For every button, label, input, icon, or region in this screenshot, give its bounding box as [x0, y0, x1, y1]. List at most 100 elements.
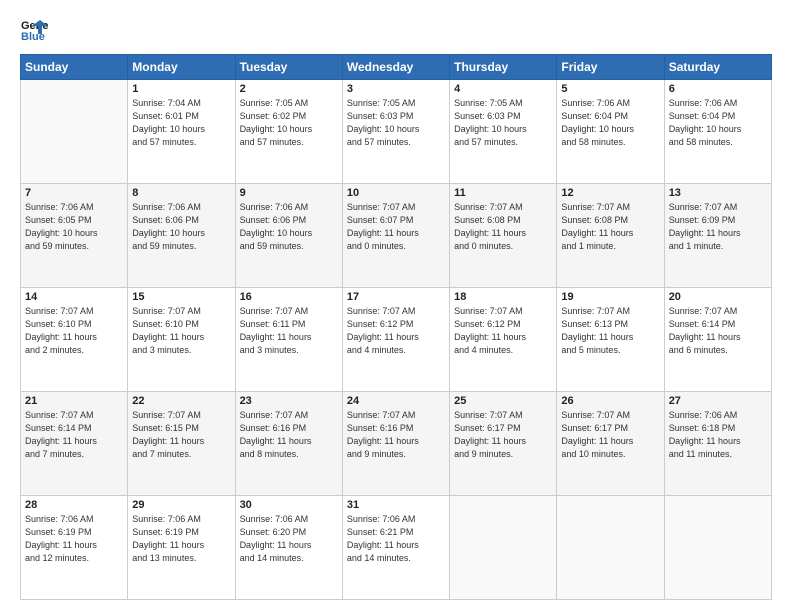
day-number: 26	[561, 395, 659, 407]
weekday-header-tuesday: Tuesday	[235, 55, 342, 80]
day-info: Sunrise: 7:06 AM Sunset: 6:18 PM Dayligh…	[669, 409, 767, 461]
day-info: Sunrise: 7:06 AM Sunset: 6:06 PM Dayligh…	[132, 201, 230, 253]
calendar-cell: 28 Sunrise: 7:06 AM Sunset: 6:19 PM Dayli…	[21, 496, 128, 600]
day-number: 20	[669, 291, 767, 303]
day-info: Sunrise: 7:06 AM Sunset: 6:19 PM Dayligh…	[132, 513, 230, 565]
weekday-header-sunday: Sunday	[21, 55, 128, 80]
calendar-cell: 5Sunrise: 7:06 AM Sunset: 6:04 PM Daylig…	[557, 80, 664, 184]
page: General Blue SundayMondayTuesdayWednesda…	[0, 0, 792, 612]
day-number: 24	[347, 395, 445, 407]
day-info: Sunrise: 7:05 AM Sunset: 6:02 PM Dayligh…	[240, 97, 338, 149]
day-info: Sunrise: 7:07 AM Sunset: 6:07 PM Dayligh…	[347, 201, 445, 253]
calendar-cell: 23 Sunrise: 7:07 AM Sunset: 6:16 PM Dayli…	[235, 392, 342, 496]
day-info: Sunrise: 7:06 AM Sunset: 6:04 PM Dayligh…	[669, 97, 767, 149]
day-info: Sunrise: 7:07 AM Sunset: 6:17 PM Dayligh…	[561, 409, 659, 461]
calendar-week-3: 14 Sunrise: 7:07 AM Sunset: 6:10 PM Dayli…	[21, 288, 772, 392]
header: General Blue	[20, 16, 772, 44]
day-info: Sunrise: 7:07 AM Sunset: 6:14 PM Dayligh…	[25, 409, 123, 461]
day-info: Sunrise: 7:07 AM Sunset: 6:14 PM Dayligh…	[669, 305, 767, 357]
day-info: Sunrise: 7:07 AM Sunset: 6:13 PM Dayligh…	[561, 305, 659, 357]
calendar-cell: 15 Sunrise: 7:07 AM Sunset: 6:10 PM Dayli…	[128, 288, 235, 392]
day-info: Sunrise: 7:07 AM Sunset: 6:17 PM Dayligh…	[454, 409, 552, 461]
calendar-cell: 26 Sunrise: 7:07 AM Sunset: 6:17 PM Dayli…	[557, 392, 664, 496]
calendar-table: SundayMondayTuesdayWednesdayThursdayFrid…	[20, 54, 772, 600]
day-number: 2	[240, 83, 338, 95]
calendar-cell: 10 Sunrise: 7:07 AM Sunset: 6:07 PM Dayli…	[342, 184, 449, 288]
day-number: 31	[347, 499, 445, 511]
day-info: Sunrise: 7:05 AM Sunset: 6:03 PM Dayligh…	[454, 97, 552, 149]
day-number: 4	[454, 83, 552, 95]
day-info: Sunrise: 7:07 AM Sunset: 6:08 PM Dayligh…	[454, 201, 552, 253]
day-number: 19	[561, 291, 659, 303]
calendar-cell: 8 Sunrise: 7:06 AM Sunset: 6:06 PM Daylig…	[128, 184, 235, 288]
weekday-header-saturday: Saturday	[664, 55, 771, 80]
calendar-cell: 16 Sunrise: 7:07 AM Sunset: 6:11 PM Dayli…	[235, 288, 342, 392]
calendar-cell: 25 Sunrise: 7:07 AM Sunset: 6:17 PM Dayli…	[450, 392, 557, 496]
day-info: Sunrise: 7:07 AM Sunset: 6:16 PM Dayligh…	[240, 409, 338, 461]
calendar-cell: 9 Sunrise: 7:06 AM Sunset: 6:06 PM Daylig…	[235, 184, 342, 288]
day-number: 16	[240, 291, 338, 303]
day-number: 9	[240, 187, 338, 199]
calendar-week-5: 28 Sunrise: 7:06 AM Sunset: 6:19 PM Dayli…	[21, 496, 772, 600]
day-info: Sunrise: 7:07 AM Sunset: 6:08 PM Dayligh…	[561, 201, 659, 253]
weekday-header-thursday: Thursday	[450, 55, 557, 80]
calendar-week-1: 1 Sunrise: 7:04 AM Sunset: 6:01 PM Daylig…	[21, 80, 772, 184]
day-info: Sunrise: 7:06 AM Sunset: 6:19 PM Dayligh…	[25, 513, 123, 565]
weekday-header-monday: Monday	[128, 55, 235, 80]
calendar-cell: 30 Sunrise: 7:06 AM Sunset: 6:20 PM Dayli…	[235, 496, 342, 600]
day-info: Sunrise: 7:07 AM Sunset: 6:09 PM Dayligh…	[669, 201, 767, 253]
calendar-cell: 4 Sunrise: 7:05 AM Sunset: 6:03 PM Daylig…	[450, 80, 557, 184]
day-info: Sunrise: 7:06 AM Sunset: 6:04 PM Dayligh…	[561, 97, 659, 149]
day-number: 13	[669, 187, 767, 199]
day-number: 27	[669, 395, 767, 407]
calendar-cell: 6 Sunrise: 7:06 AM Sunset: 6:04 PM Daylig…	[664, 80, 771, 184]
day-number: 7	[25, 187, 123, 199]
day-info: Sunrise: 7:04 AM Sunset: 6:01 PM Dayligh…	[132, 97, 230, 149]
day-info: Sunrise: 7:06 AM Sunset: 6:21 PM Dayligh…	[347, 513, 445, 565]
calendar-cell: 18Sunrise: 7:07 AM Sunset: 6:12 PM Dayli…	[450, 288, 557, 392]
calendar-cell: 20 Sunrise: 7:07 AM Sunset: 6:14 PM Dayli…	[664, 288, 771, 392]
calendar-cell: 12 Sunrise: 7:07 AM Sunset: 6:08 PM Dayli…	[557, 184, 664, 288]
day-info: Sunrise: 7:06 AM Sunset: 6:06 PM Dayligh…	[240, 201, 338, 253]
day-info: Sunrise: 7:07 AM Sunset: 6:10 PM Dayligh…	[25, 305, 123, 357]
weekday-header-friday: Friday	[557, 55, 664, 80]
day-info: Sunrise: 7:06 AM Sunset: 6:20 PM Dayligh…	[240, 513, 338, 565]
day-info: Sunrise: 7:07 AM Sunset: 6:12 PM Dayligh…	[454, 305, 552, 357]
day-number: 14	[25, 291, 123, 303]
calendar-week-2: 7Sunrise: 7:06 AM Sunset: 6:05 PM Daylig…	[21, 184, 772, 288]
logo-icon: General Blue	[20, 16, 48, 44]
calendar-week-4: 21Sunrise: 7:07 AM Sunset: 6:14 PM Dayli…	[21, 392, 772, 496]
day-number: 15	[132, 291, 230, 303]
weekday-header-row: SundayMondayTuesdayWednesdayThursdayFrid…	[21, 55, 772, 80]
calendar-cell: 14 Sunrise: 7:07 AM Sunset: 6:10 PM Dayli…	[21, 288, 128, 392]
day-number: 17	[347, 291, 445, 303]
day-info: Sunrise: 7:07 AM Sunset: 6:12 PM Dayligh…	[347, 305, 445, 357]
day-number: 23	[240, 395, 338, 407]
calendar-cell	[557, 496, 664, 600]
day-number: 22	[132, 395, 230, 407]
calendar-cell	[664, 496, 771, 600]
day-number: 30	[240, 499, 338, 511]
day-number: 3	[347, 83, 445, 95]
day-number: 6	[669, 83, 767, 95]
day-number: 8	[132, 187, 230, 199]
calendar-cell: 21Sunrise: 7:07 AM Sunset: 6:14 PM Dayli…	[21, 392, 128, 496]
calendar-cell: 3Sunrise: 7:05 AM Sunset: 6:03 PM Daylig…	[342, 80, 449, 184]
calendar-cell: 24Sunrise: 7:07 AM Sunset: 6:16 PM Dayli…	[342, 392, 449, 496]
calendar-cell	[21, 80, 128, 184]
calendar-cell: 31 Sunrise: 7:06 AM Sunset: 6:21 PM Dayli…	[342, 496, 449, 600]
calendar-cell: 17 Sunrise: 7:07 AM Sunset: 6:12 PM Dayli…	[342, 288, 449, 392]
day-number: 10	[347, 187, 445, 199]
calendar-cell: 7Sunrise: 7:06 AM Sunset: 6:05 PM Daylig…	[21, 184, 128, 288]
day-info: Sunrise: 7:07 AM Sunset: 6:11 PM Dayligh…	[240, 305, 338, 357]
calendar-cell	[450, 496, 557, 600]
calendar-cell: 11Sunrise: 7:07 AM Sunset: 6:08 PM Dayli…	[450, 184, 557, 288]
day-info: Sunrise: 7:07 AM Sunset: 6:15 PM Dayligh…	[132, 409, 230, 461]
calendar-cell: 2 Sunrise: 7:05 AM Sunset: 6:02 PM Daylig…	[235, 80, 342, 184]
calendar-cell: 19 Sunrise: 7:07 AM Sunset: 6:13 PM Dayli…	[557, 288, 664, 392]
day-info: Sunrise: 7:07 AM Sunset: 6:10 PM Dayligh…	[132, 305, 230, 357]
day-number: 28	[25, 499, 123, 511]
day-number: 25	[454, 395, 552, 407]
day-number: 12	[561, 187, 659, 199]
day-number: 1	[132, 83, 230, 95]
